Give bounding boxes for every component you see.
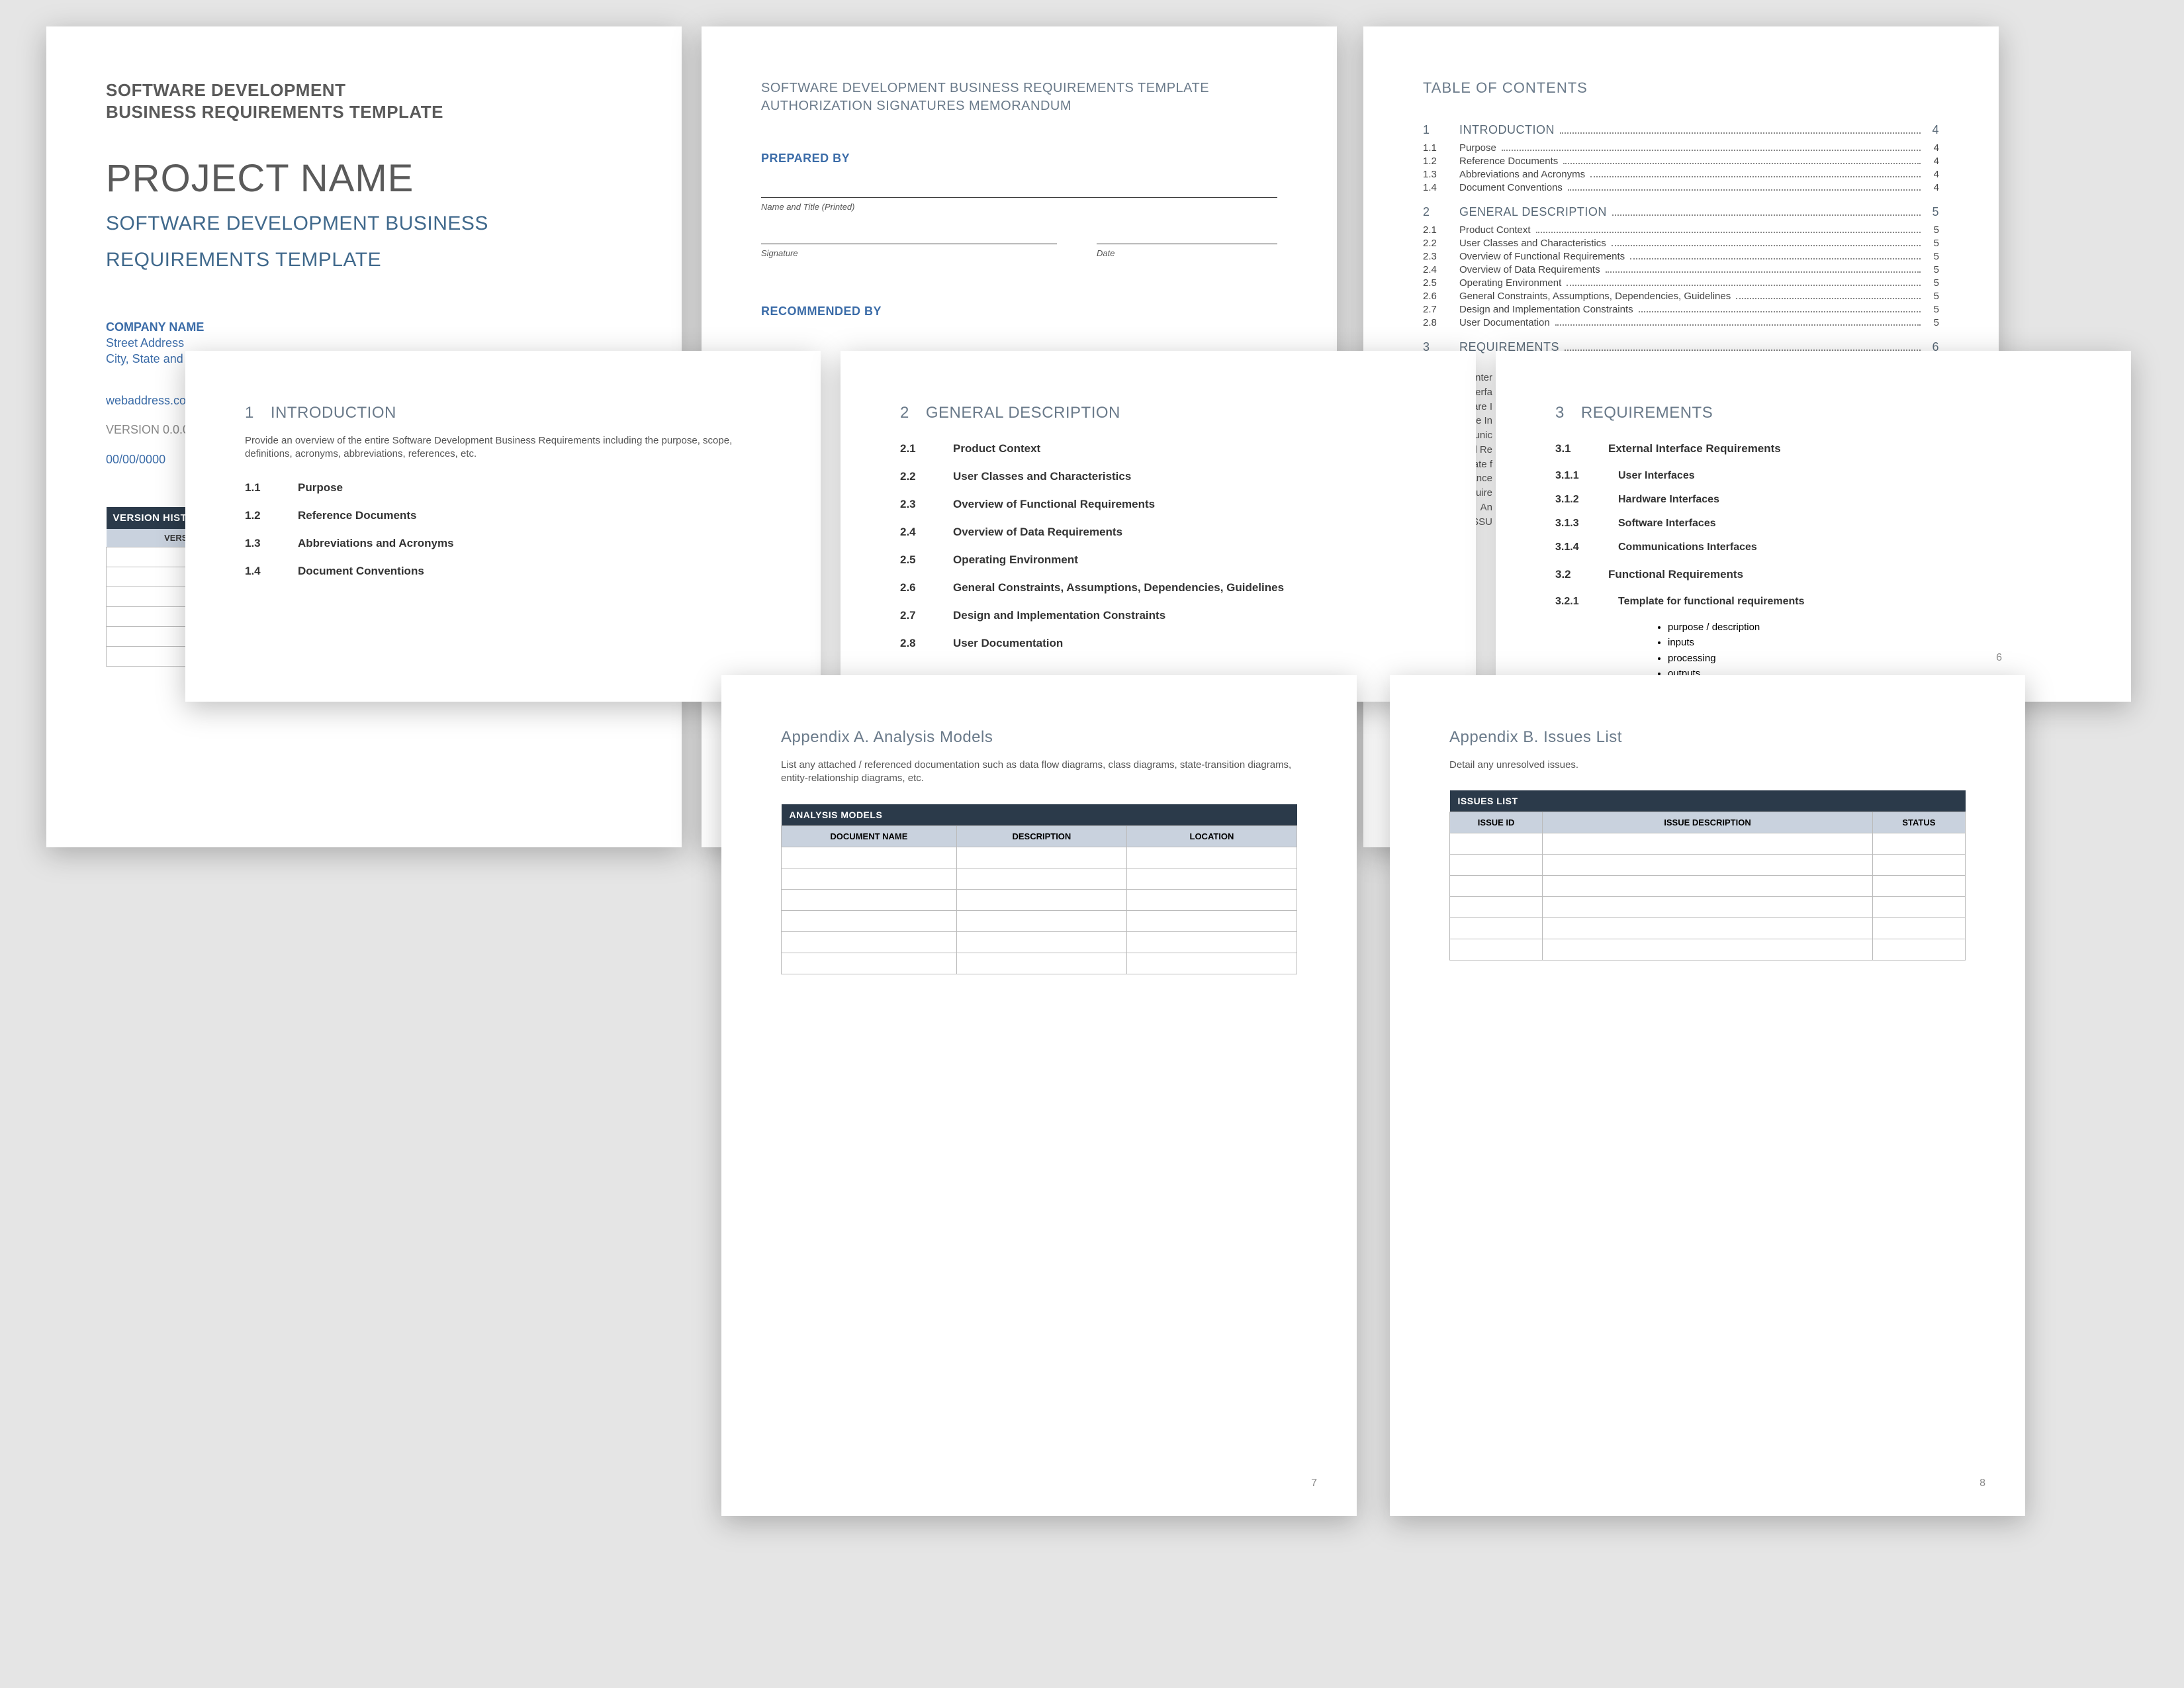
page-appendix-a: Appendix A. Analysis Models List any att…: [721, 675, 1357, 1516]
page-requirements: 3 REQUIREMENTS 3.1External Interface Req…: [1496, 351, 2131, 702]
req-3-2-1: 3.2.1Template for functional requirement…: [1555, 596, 2071, 608]
req-3-2-1-bullets: purpose / descriptioninputsprocessingout…: [1655, 620, 2071, 681]
req-bullet: processing: [1668, 651, 2071, 666]
page-number: 7: [1311, 1477, 1317, 1489]
toc-item: 1.1Purpose4: [1423, 142, 1939, 154]
req-3-1-4: 3.1.4Communications Interfaces: [1555, 541, 2071, 553]
toc-body: 1 INTRODUCTION 4 1.1Purpose4 1.2Reference…: [1423, 123, 1939, 354]
page-number: 8: [1979, 1477, 1985, 1489]
subsection: 1.2Reference Documents: [245, 509, 761, 522]
col-issue-desc: ISSUE DESCRIPTION: [1543, 812, 1873, 833]
project-title: PROJECT NAME: [106, 159, 622, 199]
date-caption: Date: [1097, 248, 1277, 258]
toc-title: TABLE OF CONTENTS: [1423, 79, 1939, 97]
analysis-models-header: ANALYSIS MODELS: [782, 804, 1297, 826]
recommended-by-label: RECOMMENDED BY: [761, 305, 1277, 318]
appendix-b-desc: Detail any unresolved issues.: [1449, 759, 1966, 772]
page-introduction: 1 INTRODUCTION Provide an overview of th…: [185, 351, 821, 702]
req-3-1-2: 3.1.2Hardware Interfaces: [1555, 494, 2071, 506]
subsection: 2.2User Classes and Characteristics: [900, 470, 1416, 483]
req-3-1-3: 3.1.3Software Interfaces: [1555, 518, 2071, 530]
subsection: 2.8User Documentation: [900, 637, 1416, 650]
sig-title-line1: SOFTWARE DEVELOPMENT BUSINESS REQUIREMEN…: [761, 79, 1277, 97]
intro-heading: 1 INTRODUCTION: [245, 404, 761, 422]
toc-item: 2.6General Constraints, Assumptions, Dep…: [1423, 291, 1939, 302]
toc-section-2: 2 GENERAL DESCRIPTION 5: [1423, 205, 1939, 219]
intro-description: Provide an overview of the entire Softwa…: [245, 434, 761, 461]
col-status: STATUS: [1872, 812, 1965, 833]
toc-item: 2.4Overview of Data Requirements5: [1423, 264, 1939, 275]
prepared-by-label: PREPARED BY: [761, 152, 1277, 165]
name-line: [761, 197, 1277, 198]
project-subtitle-line2: REQUIREMENTS TEMPLATE: [106, 248, 622, 273]
toc-section-1: 1 INTRODUCTION 4: [1423, 123, 1939, 137]
subsection: 2.4Overview of Data Requirements: [900, 526, 1416, 539]
req-bullet: purpose / description: [1668, 620, 2071, 635]
signature-caption: Signature: [761, 248, 1057, 258]
col-issue-id: ISSUE ID: [1450, 812, 1543, 833]
subsection: 2.6General Constraints, Assumptions, Dep…: [900, 581, 1416, 594]
appendix-a-title: Appendix A. Analysis Models: [781, 728, 1297, 747]
req-3-1-1: 3.1.1User Interfaces: [1555, 470, 2071, 482]
general-heading: 2 GENERAL DESCRIPTION: [900, 404, 1416, 422]
subsection: 1.3Abbreviations and Acronyms: [245, 537, 761, 550]
toc-item: 1.4Document Conventions4: [1423, 182, 1939, 193]
subsection: 1.4Document Conventions: [245, 565, 761, 578]
name-caption: Name and Title (Printed): [761, 202, 1277, 212]
toc-item: 2.7Design and Implementation Constraints…: [1423, 304, 1939, 315]
subsection: 2.7Design and Implementation Constraints: [900, 609, 1416, 622]
project-subtitle-line1: SOFTWARE DEVELOPMENT BUSINESS: [106, 211, 622, 236]
sig-title-line2: AUTHORIZATION SIGNATURES MEMORANDUM: [761, 97, 1277, 115]
req-3-2: 3.2Functional Requirements: [1555, 568, 2071, 581]
underlap-page-number: 6: [1996, 652, 2002, 664]
col-doc-name: DOCUMENT NAME: [782, 825, 957, 847]
subsection: 2.3Overview of Functional Requirements: [900, 498, 1416, 511]
page-general-description: 2 GENERAL DESCRIPTION 2.1Product Context…: [841, 351, 1476, 702]
subsection: 2.5Operating Environment: [900, 553, 1416, 567]
subsection: 2.1Product Context: [900, 442, 1416, 455]
col-location: LOCATION: [1126, 825, 1297, 847]
analysis-models-table: ANALYSIS MODELS DOCUMENT NAME DESCRIPTIO…: [781, 804, 1297, 974]
appendix-a-desc: List any attached / referenced documenta…: [781, 759, 1297, 786]
toc-item: 1.2Reference Documents4: [1423, 156, 1939, 167]
toc-item: 2.1Product Context5: [1423, 224, 1939, 236]
doc-header-line2: BUSINESS REQUIREMENTS TEMPLATE: [106, 101, 622, 123]
toc-item: 2.2User Classes and Characteristics5: [1423, 238, 1939, 249]
issues-list-header: ISSUES LIST: [1450, 790, 1966, 812]
col-description: DESCRIPTION: [956, 825, 1126, 847]
toc-item: 2.8User Documentation5: [1423, 317, 1939, 328]
toc-item: 2.3Overview of Functional Requirements5: [1423, 251, 1939, 262]
page-appendix-b: 6 Appendix B. Issues List Detail any unr…: [1390, 675, 2025, 1516]
req-bullet: inputs: [1668, 635, 2071, 650]
subsection: 1.1Purpose: [245, 481, 761, 494]
appendix-b-title: Appendix B. Issues List: [1449, 728, 1966, 747]
issues-list-table: ISSUES LIST ISSUE ID ISSUE DESCRIPTION S…: [1449, 790, 1966, 961]
toc-item: 2.5Operating Environment5: [1423, 277, 1939, 289]
req-3-1: 3.1External Interface Requirements: [1555, 442, 2071, 455]
company-street: Street Address: [106, 335, 622, 351]
toc-item: 1.3Abbreviations and Acronyms4: [1423, 169, 1939, 180]
company-name: COMPANY NAME: [106, 319, 622, 335]
doc-header-line1: SOFTWARE DEVELOPMENT: [106, 79, 622, 101]
requirements-heading: 3 REQUIREMENTS: [1555, 404, 2071, 422]
